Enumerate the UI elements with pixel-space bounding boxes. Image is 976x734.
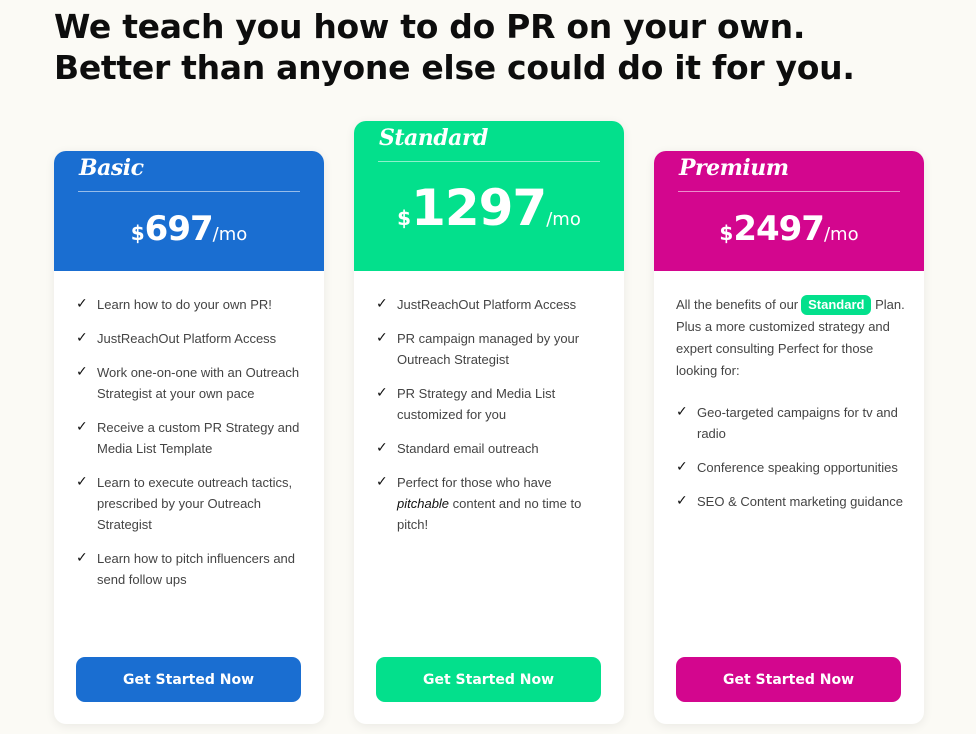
feature-text: Geo-targeted campaigns for tv and radio (697, 405, 898, 441)
feature-item: ✓ Conference speaking opportunities (676, 457, 906, 478)
plan-price: $1297/mo (354, 179, 624, 237)
feature-emphasis: pitchable (397, 496, 450, 511)
feature-text: Learn to execute outreach tactics, presc… (97, 475, 293, 532)
intro-text: All the benefits of our (676, 297, 799, 312)
check-icon: ✓ (376, 440, 388, 456)
feature-item: ✓ Learn how to do your own PR! (76, 294, 306, 315)
feature-text: SEO & Content marketing guidance (697, 494, 903, 509)
feature-text: Receive a custom PR Strategy and Media L… (97, 420, 300, 456)
get-started-button-standard[interactable]: Get Started Now (376, 657, 601, 702)
price-period: /mo (212, 224, 248, 245)
check-icon: ✓ (676, 493, 688, 509)
feature-list: ✓ JustReachOut Platform Access ✓ PR campai… (376, 294, 606, 535)
page-headline: We teach you how to do PR on your own. B… (54, 6, 855, 88)
price-amount: 697 (144, 209, 214, 249)
price-amount: 1297 (411, 179, 547, 237)
plan-card-standard: Standard $1297/mo ✓ JustReachOut Platform… (354, 121, 624, 724)
check-icon: ✓ (376, 296, 388, 312)
check-icon: ✓ (676, 404, 688, 420)
feature-item: ✓ JustReachOut Platform Access (376, 294, 606, 315)
feature-item: ✓ Learn how to pitch influencers and send… (76, 548, 306, 590)
check-icon: ✓ (376, 474, 388, 490)
price-currency: $ (130, 221, 145, 245)
feature-item: ✓ Work one-on-one with an Outreach Strate… (76, 362, 306, 404)
check-icon: ✓ (76, 364, 88, 380)
plan-header-basic: Basic $697/mo (54, 151, 324, 271)
get-started-button-basic[interactable]: Get Started Now (76, 657, 301, 702)
plan-divider (78, 191, 300, 192)
plan-header-premium: Premium $2497/mo (654, 151, 924, 271)
plan-price: $697/mo (54, 209, 324, 249)
plan-header-standard: Standard $1297/mo (354, 121, 624, 271)
feature-item: ✓ PR Strategy and Media List customized f… (376, 383, 606, 425)
feature-item: ✓ Standard email outreach (376, 438, 606, 459)
feature-text: Learn how to pitch influencers and send … (97, 551, 296, 587)
plan-name: Standard (379, 125, 488, 151)
feature-text: Standard email outreach (397, 441, 539, 456)
plan-card-premium: Premium $2497/mo All the benefits of our… (654, 151, 924, 724)
plan-card-basic: Basic $697/mo ✓ Learn how to do your own … (54, 151, 324, 724)
feature-item: ✓ JustReachOut Platform Access (76, 328, 306, 349)
feature-item: ✓ Receive a custom PR Strategy and Media … (76, 417, 306, 459)
feature-item: ✓ Learn to execute outreach tactics, pres… (76, 472, 306, 535)
feature-item: ✓ Geo-targeted campaigns for tv and radio (676, 402, 906, 444)
feature-text: JustReachOut Platform Access (97, 331, 277, 346)
headline-line-1: We teach you how to do PR on your own. (54, 7, 806, 46)
plan-name: Premium (679, 155, 789, 181)
check-icon: ✓ (76, 330, 88, 346)
price-period: /mo (823, 224, 859, 245)
plan-name: Basic (79, 155, 144, 181)
check-icon: ✓ (376, 330, 388, 346)
plan-divider (678, 191, 900, 192)
feature-list: ✓ Learn how to do your own PR! ✓ JustReach… (76, 294, 306, 590)
price-currency: $ (719, 221, 734, 245)
plan-price: $2497/mo (654, 209, 924, 249)
get-started-button-premium[interactable]: Get Started Now (676, 657, 901, 702)
feature-text: Learn how to do your own PR! (97, 297, 272, 312)
check-icon: ✓ (76, 419, 88, 435)
feature-item: ✓ SEO & Content marketing guidance (676, 491, 906, 512)
feature-text: PR campaign managed by your Outreach Str… (397, 331, 580, 367)
headline-line-2: Better than anyone else could do it for … (54, 48, 855, 87)
check-icon: ✓ (376, 385, 388, 401)
check-icon: ✓ (676, 459, 688, 475)
price-period: /mo (546, 209, 581, 230)
feature-text: JustReachOut Platform Access (397, 297, 577, 312)
feature-text: PR Strategy and Media List customized fo… (397, 386, 556, 422)
feature-text: Conference speaking opportunities (697, 460, 898, 475)
check-icon: ✓ (76, 296, 88, 312)
feature-text: Work one-on-one with an Outreach Strateg… (97, 365, 300, 401)
feature-list: ✓ Geo-targeted campaigns for tv and radio… (676, 402, 906, 512)
plan-intro: All the benefits of our Standard Plan. Pl… (676, 294, 906, 382)
check-icon: ✓ (76, 474, 88, 490)
feature-item: ✓ PR campaign managed by your Outreach St… (376, 328, 606, 370)
price-amount: 2497 (733, 209, 825, 249)
check-icon: ✓ (76, 550, 88, 566)
plan-divider (378, 161, 600, 162)
feature-item: ✓ Perfect for those who have pitchable co… (376, 472, 606, 535)
feature-text-before: Perfect for those who have (397, 475, 552, 490)
standard-badge: Standard (801, 295, 872, 315)
price-currency: $ (397, 206, 412, 230)
